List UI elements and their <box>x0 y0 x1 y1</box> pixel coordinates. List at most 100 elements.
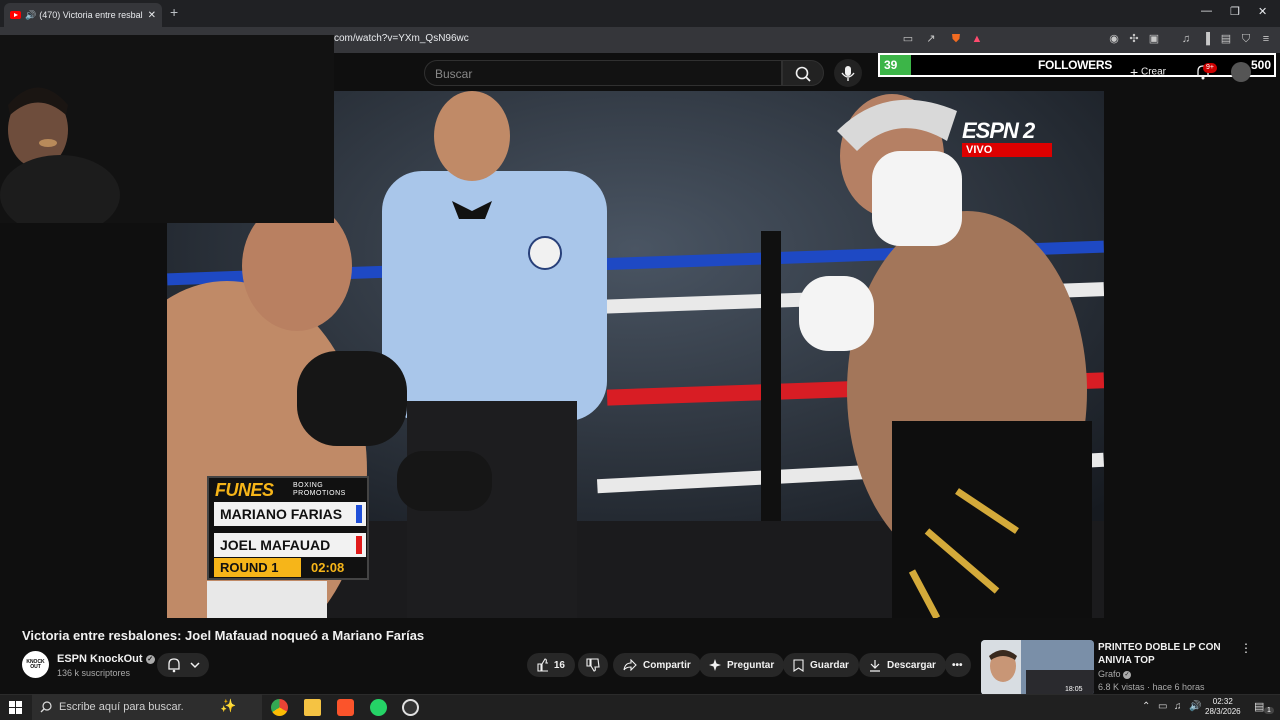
clock-time: 02:32 <box>1212 697 1233 706</box>
chrome-taskbar-icon[interactable] <box>271 699 288 716</box>
brave-shield-icon[interactable]: ⛊ <box>950 33 962 45</box>
round-timer: 02:08 <box>301 558 366 577</box>
fighter-2-corner-color <box>356 536 362 554</box>
save-button[interactable]: Guardar <box>783 653 859 677</box>
restore-icon[interactable]: ❐ <box>1230 5 1240 18</box>
clock-date: 28/3/2026 <box>1205 707 1241 716</box>
tab-groups-icon[interactable]: ▣ <box>1148 33 1160 45</box>
sparkle-icon <box>709 659 721 671</box>
fight-scoreboard: FUNES BOXING PROMOTIONS MARIANO FARIAS J… <box>207 476 369 580</box>
window-close-icon[interactable]: ✕ <box>1258 5 1267 18</box>
notification-count: 1 <box>1264 707 1274 714</box>
browser-tab-active[interactable]: 🔊 (470) Victoria entre resbalones ✕ <box>4 3 162 27</box>
dislike-button[interactable] <box>578 653 608 677</box>
like-button[interactable]: 16 <box>527 653 575 677</box>
verified-icon: ✓ <box>145 654 155 664</box>
cast-icon[interactable]: ▭ <box>902 33 914 45</box>
like-count: 16 <box>553 659 565 671</box>
channel-name-text: ESPN KnockOut <box>57 653 143 665</box>
recommended-title[interactable]: PRINTEO DOBLE LP CON ANIVIA TOP <box>1098 641 1228 667</box>
new-tab-icon[interactable]: + <box>170 4 178 20</box>
subscriber-count: 136 k suscriptores <box>57 668 131 678</box>
volume-icon[interactable]: 🔊 <box>1189 701 1201 712</box>
recommended-thumbnail[interactable]: 18:05 <box>981 640 1094 695</box>
search-button[interactable] <box>782 60 824 86</box>
voice-search-button[interactable] <box>834 59 862 87</box>
url-text[interactable]: com/watch?v=YXm_QsN96wc <box>334 33 469 44</box>
menu-icon[interactable]: ≡ <box>1260 33 1272 45</box>
file-explorer-taskbar-icon[interactable] <box>304 699 321 716</box>
create-label: Crear <box>1140 66 1166 78</box>
music-icon[interactable]: ♫ <box>1180 33 1192 45</box>
vpn-icon[interactable]: ⛉ <box>1240 33 1252 45</box>
channel-name[interactable]: ESPN KnockOut ✓ <box>57 653 155 665</box>
youtube-favicon-icon <box>10 11 21 19</box>
headset-icon[interactable]: ♫ <box>1174 701 1182 712</box>
promoter-sub-line-1: BOXING <box>293 482 324 489</box>
thumbs-up-icon <box>537 658 548 672</box>
channel-avatar[interactable]: KNOCK OUT <box>22 651 49 678</box>
recommended-more-icon[interactable]: ⋮ <box>1240 641 1252 655</box>
fighter-1-corner-color <box>356 505 362 523</box>
promoter-subtitle: BOXING PROMOTIONS <box>293 482 346 498</box>
followers-label: FOLLOWERS <box>1038 58 1112 72</box>
fighter-row-2: JOEL MAFAUAD <box>214 533 366 557</box>
speaker-icon[interactable]: 🔊 <box>25 10 36 21</box>
tab-title: (470) Victoria entre resbalones <box>39 10 143 20</box>
video-duration: 18:05 <box>1065 686 1083 693</box>
promoter-sub-line-2: PROMOTIONS <box>293 490 346 497</box>
close-tab-icon[interactable]: ✕ <box>148 10 156 21</box>
sidebar-icon[interactable]: ▐ <box>1200 33 1212 45</box>
download-button[interactable]: Descargar <box>859 653 946 677</box>
live-label: VIVO <box>962 143 1052 157</box>
espn2-logo: ESPN 2 VIVO <box>960 118 1056 158</box>
round-label: ROUND 1 <box>220 560 279 575</box>
whatsapp-taskbar-icon[interactable] <box>370 699 387 716</box>
search-icon <box>795 66 811 82</box>
promoter-logo: FUNES <box>215 480 274 500</box>
wallet-icon[interactable]: ▤ <box>1220 33 1232 45</box>
notifications-badge: 9+ <box>1203 63 1217 73</box>
recommended-meta: 6.8 K vistas · hace 6 horas <box>1098 682 1205 692</box>
minimize-icon[interactable]: — <box>1201 5 1212 17</box>
extension-icon[interactable]: ◉ <box>1108 33 1120 45</box>
tray-chevron-icon[interactable]: ⌃ <box>1142 701 1150 712</box>
taskbar-clock[interactable]: 02:32 28/3/2026 <box>1205 697 1241 717</box>
share-icon <box>623 659 637 671</box>
round-bar: ROUND 1 02:08 <box>214 558 366 577</box>
more-actions-button[interactable]: ••• <box>945 653 971 677</box>
thumbs-down-icon <box>586 658 600 672</box>
verified-icon: ✓ <box>1123 670 1132 679</box>
taskbar-search-icon <box>40 701 52 713</box>
network-logo-text: ESPN 2 <box>962 118 1035 143</box>
recommended-channel[interactable]: Grafo ✓ <box>1098 669 1132 679</box>
microphone-icon <box>841 66 855 81</box>
subscription-bell-button[interactable] <box>157 653 209 677</box>
bell-icon <box>168 658 200 673</box>
network-icon[interactable]: ▭ <box>1158 701 1167 712</box>
share-page-icon[interactable]: ↗ <box>925 33 937 45</box>
brave-rewards-icon[interactable]: ▲ <box>971 33 983 45</box>
notification-center-icon[interactable]: ▤ <box>1254 700 1264 713</box>
search-highlights-icon[interactable]: ✨ <box>220 698 236 714</box>
share-button[interactable]: Compartir <box>613 653 701 677</box>
obs-taskbar-icon[interactable] <box>402 699 419 716</box>
ask-button[interactable]: Preguntar <box>699 653 785 677</box>
save-label: Guardar <box>810 659 849 671</box>
ask-label: Preguntar <box>727 659 775 671</box>
webcam-frame <box>0 35 334 223</box>
video-title: Victoria entre resbalones: Joel Mafauad … <box>22 628 425 643</box>
followers-count: 39 <box>884 58 898 72</box>
more-icon: ••• <box>952 659 963 671</box>
download-label: Descargar <box>887 659 936 671</box>
brave-taskbar-icon[interactable] <box>337 699 354 716</box>
windows-start-icon[interactable] <box>9 701 22 714</box>
fighter-2-name: JOEL MAFAUAD <box>220 537 331 553</box>
create-button[interactable]: + Crear <box>1130 64 1166 80</box>
streamer-webcam-overlay <box>0 35 334 223</box>
account-avatar[interactable] <box>1231 62 1251 82</box>
browser-tab-strip: 🔊 (470) Victoria entre resbalones ✕ + — … <box>0 0 1280 27</box>
search-input[interactable]: Buscar <box>424 60 782 86</box>
puzzle-icon[interactable]: ✣ <box>1128 33 1140 45</box>
bookmark-icon <box>793 658 804 672</box>
